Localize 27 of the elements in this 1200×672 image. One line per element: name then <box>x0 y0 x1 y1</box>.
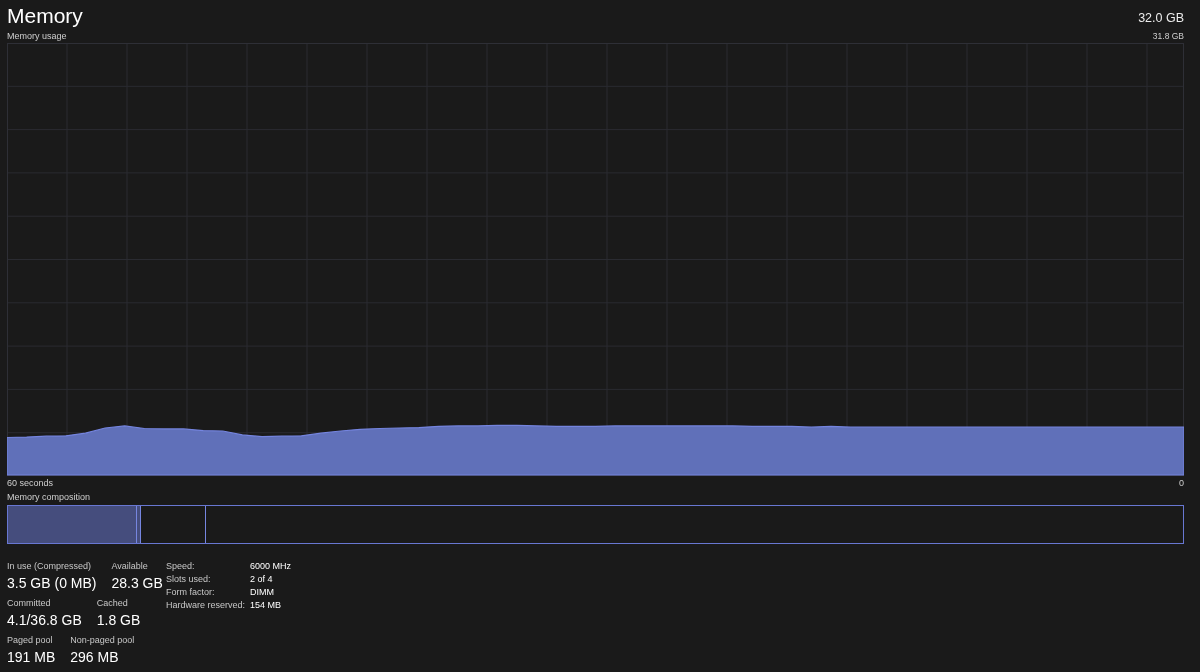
stat-label: In use (Compressed) <box>7 560 93 573</box>
stat-value: 3.5 GB (0 MB) <box>7 574 97 593</box>
stat-value: 4.1/36.8 GB <box>7 611 82 630</box>
detail-value: 154 MB <box>250 599 283 612</box>
stat-value: 191 MB <box>7 648 56 667</box>
stat-value: 1.8 GB <box>96 611 141 630</box>
stat-label: Non-paged pool <box>70 634 135 647</box>
detail-value: DIMM <box>250 586 275 599</box>
time-label: 0 <box>1179 477 1184 489</box>
stat-label: Paged pool <box>7 634 54 647</box>
stat-label: Available <box>111 560 149 573</box>
max-value-label: 31.8 GB <box>1152 30 1184 42</box>
detail-label: Hardware reserved: <box>166 599 247 612</box>
graph-title: Memory usage <box>7 30 67 42</box>
stat-value: 296 MB <box>70 648 120 667</box>
composition-title: Memory composition <box>7 491 91 503</box>
detail-label: Slots used: <box>166 573 212 586</box>
detail-label: Form factor: <box>166 586 216 599</box>
detail-value: 2 of 4 <box>250 573 274 586</box>
stat-label: Cached <box>96 597 129 610</box>
detail-label: Speed: <box>166 560 196 573</box>
detail-value: 6000 MHz <box>250 560 292 573</box>
total-memory: 32.0 GB <box>1138 10 1184 26</box>
page-title: Memory <box>7 3 83 29</box>
time-label: 60 seconds <box>7 477 54 489</box>
stat-value: 28.3 GB <box>111 574 163 593</box>
stat-label: Committed <box>7 597 52 610</box>
